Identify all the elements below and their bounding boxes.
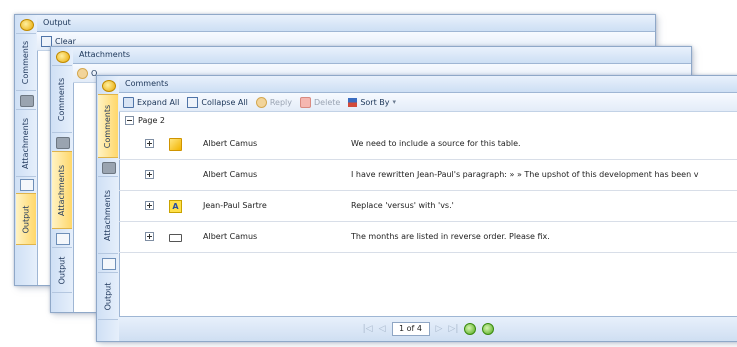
sort-by-label: Sort By	[360, 97, 390, 107]
expand-row-icon[interactable]	[145, 139, 154, 148]
side-tab-attachments[interactable]: Attachments	[98, 176, 118, 254]
side-tab-label: Output	[57, 256, 67, 284]
comment-text: The months are listed in reverse order. …	[351, 232, 550, 241]
expand-row-icon[interactable]	[145, 232, 154, 241]
comment-author: Albert Camus	[203, 232, 258, 241]
side-tab-strip: Comments Attachments Output	[97, 76, 120, 341]
clear-button[interactable]: Clear	[41, 35, 76, 47]
side-tab-comments[interactable]: Comments	[98, 94, 118, 158]
window-title: Comments	[119, 76, 737, 93]
comment-author: Jean-Paul Sartre	[203, 201, 267, 210]
collapse-group-icon[interactable]	[125, 115, 134, 125]
comment-author: Albert Camus	[203, 139, 258, 148]
side-tab-strip: Comments Attachments Output	[51, 47, 74, 312]
comments-window: Comments Attachments Output Comments Exp…	[96, 75, 737, 342]
side-tab-comments[interactable]: Comments	[16, 33, 36, 91]
collapse-all-button[interactable]: Collapse All	[187, 96, 248, 108]
sticky-note-icon	[169, 138, 182, 151]
side-tab-attachments[interactable]: Attachments	[16, 109, 36, 177]
text-attribute-icon: A	[169, 200, 182, 213]
page-indicator[interactable]: 1 of 4	[391, 322, 430, 336]
side-tab-label: Output	[103, 282, 113, 310]
clear-icon	[41, 35, 52, 47]
collapse-all-icon	[187, 96, 199, 108]
comments-tab-icon	[20, 19, 34, 31]
sort-by-button[interactable]: Sort By ▾	[348, 97, 396, 107]
comment-row[interactable]: Albert Camus I have rewritten Jean-Paul'…	[119, 160, 737, 191]
delete-label: Delete	[314, 97, 341, 107]
delete-button[interactable]: Delete	[300, 96, 341, 108]
attachments-tab-icon	[20, 95, 34, 107]
output-tab-icon	[20, 179, 34, 191]
comment-row[interactable]: A Jean-Paul Sartre Replace 'versus' with…	[119, 191, 737, 222]
side-tab-label: Attachments	[57, 164, 67, 216]
sort-icon	[348, 97, 358, 107]
collapse-all-label: Collapse All	[201, 97, 248, 107]
side-tab-comments[interactable]: Comments	[52, 65, 72, 133]
attachment-icon	[77, 67, 88, 79]
reply-icon	[255, 96, 267, 108]
side-tab-strip: Comments Attachments Output	[15, 15, 38, 285]
comment-list: Albert Camus We need to include a source…	[119, 129, 737, 253]
pager-bar: |◁ ◁ 1 of 4 ▷ ▷|	[119, 316, 737, 341]
expand-all-icon	[123, 96, 134, 108]
window-title: Attachments	[73, 47, 691, 64]
refresh-icon[interactable]	[482, 323, 495, 335]
output-tab-icon	[102, 258, 116, 270]
open-attachment-button[interactable]: O	[77, 67, 97, 79]
first-page-icon[interactable]: |◁	[363, 324, 373, 334]
comment-row[interactable]: Albert Camus We need to include a source…	[119, 129, 737, 160]
expand-all-button[interactable]: Expand All	[123, 96, 180, 108]
expand-all-label: Expand All	[137, 97, 180, 107]
page-group-header[interactable]: Page 2	[119, 112, 737, 128]
side-tab-label: Comments	[21, 40, 31, 84]
delete-icon	[300, 96, 312, 108]
reply-label: Reply	[269, 97, 293, 107]
comment-text: Replace 'versus' with 'vs.'	[351, 201, 454, 210]
next-page-icon[interactable]: ▷	[436, 324, 443, 334]
comments-toolbar: Expand All Collapse All Reply Delete Sor…	[119, 93, 737, 112]
comment-row[interactable]: Albert Camus The months are listed in re…	[119, 222, 737, 253]
comment-text: I have rewritten Jean-Paul's paragraph: …	[351, 170, 699, 179]
comments-tab-icon	[56, 51, 70, 63]
side-tab-label: Comments	[103, 104, 113, 148]
side-tab-label: Attachments	[103, 189, 113, 241]
side-tab-label: Comments	[57, 77, 67, 121]
reply-button[interactable]: Reply	[255, 96, 293, 108]
clear-label: Clear	[55, 36, 76, 46]
output-tab-icon	[56, 233, 70, 245]
expand-row-icon[interactable]	[145, 201, 154, 210]
side-tab-output[interactable]: Output	[98, 272, 118, 320]
attachments-tab-icon	[102, 162, 116, 174]
comments-tab-icon	[102, 80, 116, 92]
comment-text: We need to include a source for this tab…	[351, 139, 521, 148]
last-page-icon[interactable]: ▷|	[448, 324, 458, 334]
chevron-down-icon: ▾	[392, 98, 396, 106]
comment-author: Albert Camus	[203, 170, 258, 179]
window-title: Output	[37, 15, 655, 32]
side-tab-output[interactable]: Output	[52, 247, 72, 293]
attachments-tab-icon	[56, 137, 70, 149]
side-tab-output[interactable]: Output	[16, 193, 36, 245]
page-group-label: Page 2	[138, 115, 165, 125]
side-tab-label: Output	[21, 205, 31, 233]
textbox-icon	[169, 234, 182, 242]
side-tab-attachments[interactable]: Attachments	[52, 151, 72, 229]
previous-page-icon[interactable]: ◁	[379, 324, 386, 334]
add-page-icon[interactable]	[464, 323, 477, 335]
expand-row-icon[interactable]	[145, 170, 154, 179]
side-tab-label: Attachments	[21, 117, 31, 169]
